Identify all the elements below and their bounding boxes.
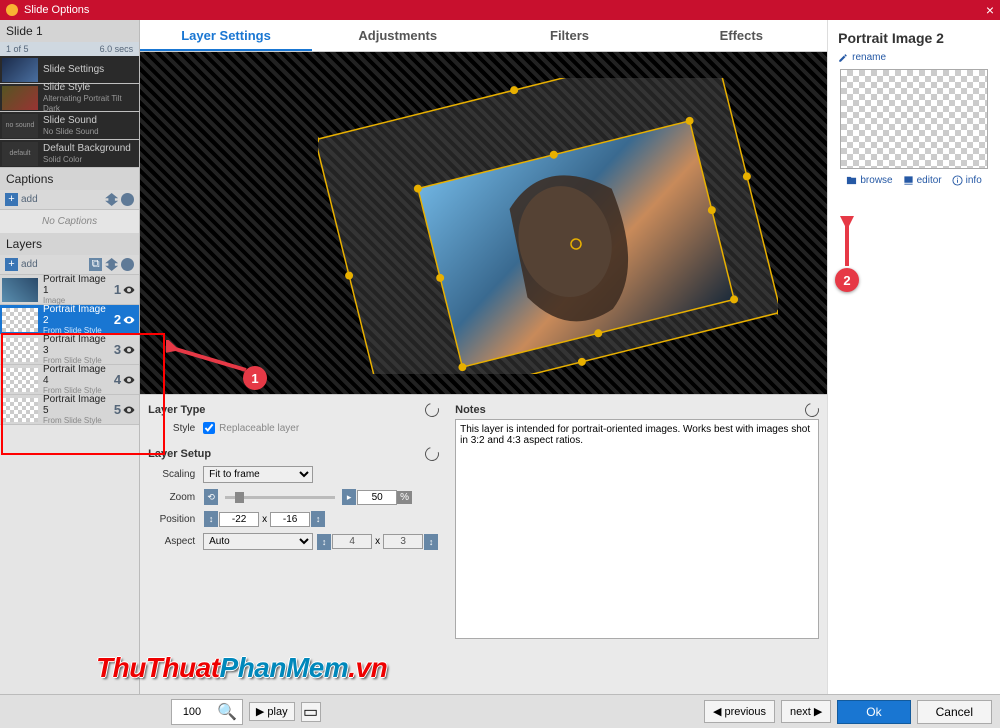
refresh-icon[interactable] — [423, 444, 442, 463]
aspect-w-input[interactable] — [332, 534, 372, 549]
layer-item-3[interactable]: Portrait Image 3From Slide Style 3 — [0, 335, 139, 365]
layer-item-2[interactable]: Portrait Image 2From Slide Style 2 — [0, 305, 139, 335]
replaceable-checkbox[interactable] — [203, 422, 215, 434]
add-layer-button[interactable]: + — [5, 258, 18, 271]
layers-toolbar: + add ⧉ — [0, 255, 139, 275]
refresh-icon[interactable] — [803, 400, 822, 419]
slide-duration: 6.0 secs — [100, 44, 134, 54]
gear-icon[interactable] — [121, 193, 134, 206]
aspect-step-icon[interactable]: ↕ — [424, 534, 438, 550]
cancel-button[interactable]: Cancel — [917, 700, 992, 724]
aspect-h-input[interactable] — [383, 534, 423, 549]
footer: 🔍 ▶ play ▭ ◀ previous next ▶ Ok Cancel — [0, 694, 1000, 728]
app-icon — [6, 4, 18, 16]
visibility-icon[interactable] — [123, 404, 135, 416]
editor-button[interactable]: editor — [903, 175, 942, 186]
slide-name: Slide 1 — [0, 20, 139, 42]
zoom-reset-icon[interactable]: ⟲ — [204, 489, 218, 505]
default-bg-item[interactable]: default Default BackgroundSolid Color — [0, 140, 139, 168]
layer-title: Portrait Image 2 — [838, 30, 990, 46]
bg-thumb: default — [2, 142, 38, 166]
layer-thumb — [2, 278, 38, 302]
captions-toolbar: + add — [0, 190, 139, 210]
visibility-icon[interactable] — [123, 374, 135, 386]
sort-layers-icon[interactable] — [105, 258, 118, 271]
notes-textarea[interactable]: This layer is intended for portrait-orie… — [455, 419, 819, 639]
notes-head: Notes — [455, 404, 486, 416]
no-captions-label: No Captions — [0, 210, 139, 233]
pos-y-input[interactable] — [270, 512, 310, 527]
style-thumb — [2, 86, 38, 110]
pos-x-input[interactable] — [219, 512, 259, 527]
layer-thumb — [2, 338, 38, 362]
center-panel: Layer Settings Adjustments Filters Effec… — [140, 20, 827, 694]
zoom-value[interactable] — [172, 706, 212, 718]
sidebar: Slide 1 1 of 5 6.0 secs Slide Settings S… — [0, 20, 140, 694]
slide-index: 1 of 5 — [6, 44, 29, 54]
slide-info: 1 of 5 6.0 secs — [0, 42, 139, 56]
zoom-end-icon[interactable]: ▸ — [342, 489, 356, 505]
ok-button[interactable]: Ok — [837, 700, 910, 724]
layer-type-head: Layer Type — [148, 404, 205, 416]
zoom-input[interactable] — [357, 490, 397, 505]
slide-sound-item[interactable]: no sound Slide SoundNo Slide Sound — [0, 112, 139, 140]
aspect-nudge-icon[interactable]: ↕ — [317, 534, 331, 550]
slide-style-item[interactable]: Slide StyleAlternating Portrait Tilt Dar… — [0, 84, 139, 112]
window-title: Slide Options — [24, 4, 89, 16]
rename-button[interactable]: rename — [838, 52, 990, 63]
pos-step-icon[interactable]: ↕ — [311, 511, 325, 527]
next-button[interactable]: next ▶ — [781, 700, 831, 723]
add-caption-button[interactable]: + — [5, 193, 18, 206]
visibility-icon[interactable] — [123, 344, 135, 356]
percent-label: % — [397, 491, 412, 504]
close-icon[interactable]: × — [986, 2, 994, 18]
slide-settings-item[interactable]: Slide Settings — [0, 56, 139, 84]
settings-thumb — [2, 58, 38, 82]
info-button[interactable]: info — [952, 175, 982, 186]
layer-item-1[interactable]: Portrait Image 1Image 1 — [0, 275, 139, 305]
title-bar: Slide Options × — [0, 0, 1000, 20]
fullscreen-icon[interactable]: ▭ — [301, 702, 321, 722]
magnifier-icon[interactable]: 🔍 — [212, 700, 242, 724]
tab-filters[interactable]: Filters — [484, 20, 656, 51]
zoom-slider[interactable] — [225, 496, 335, 499]
tab-effects[interactable]: Effects — [655, 20, 827, 51]
previous-button[interactable]: ◀ previous — [704, 700, 775, 723]
visibility-icon[interactable] — [123, 284, 135, 296]
sound-thumb: no sound — [2, 114, 38, 138]
layer-item-4[interactable]: Portrait Image 4From Slide Style 4 — [0, 365, 139, 395]
tabs: Layer Settings Adjustments Filters Effec… — [140, 20, 827, 52]
layer-thumb — [2, 308, 38, 332]
browse-button[interactable]: browse — [846, 175, 892, 186]
layers-header: Layers — [0, 233, 139, 255]
tab-layer-settings[interactable]: Layer Settings — [140, 20, 312, 51]
layer-setup-head: Layer Setup — [148, 448, 211, 460]
layer-thumb — [2, 368, 38, 392]
layer-item-5[interactable]: Portrait Image 5From Slide Style 5 — [0, 395, 139, 425]
captions-header: Captions — [0, 168, 139, 190]
duplicate-icon[interactable]: ⧉ — [89, 258, 102, 271]
scaling-select[interactable]: Fit to frame — [203, 466, 313, 483]
sort-icon[interactable] — [105, 193, 118, 206]
layer-forms: Layer Type Style Replaceable layer Layer… — [140, 395, 447, 694]
pos-nudge-icon[interactable]: ↕ — [204, 511, 218, 527]
aspect-select[interactable]: Auto — [203, 533, 313, 550]
notes-panel: Notes This layer is intended for portrai… — [447, 395, 827, 694]
zoom-control[interactable]: 🔍 — [171, 699, 243, 725]
visibility-icon[interactable] — [123, 314, 135, 326]
tab-adjustments[interactable]: Adjustments — [312, 20, 484, 51]
layers-gear-icon[interactable] — [121, 258, 134, 271]
play-button[interactable]: ▶ play — [249, 702, 295, 721]
layer-thumb — [2, 398, 38, 422]
right-panel: Portrait Image 2 rename browse editor in… — [827, 20, 1000, 694]
canvas[interactable] — [140, 52, 827, 394]
layer-preview — [840, 69, 988, 169]
refresh-icon[interactable] — [423, 400, 442, 419]
